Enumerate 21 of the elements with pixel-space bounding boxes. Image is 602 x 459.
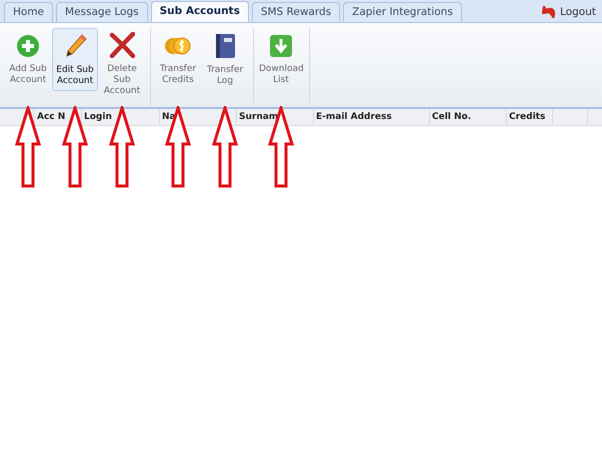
column-header[interactable]: Cell No. — [432, 112, 472, 122]
column-header[interactable]: Acc N — [37, 112, 66, 122]
toolbar-button[interactable]: Download List — [258, 28, 304, 91]
toolbar-button[interactable]: Transfer Credits — [155, 28, 201, 91]
toolbar-button[interactable]: Edit Sub Account — [52, 28, 98, 91]
tab[interactable]: Message Logs — [56, 2, 148, 22]
toolbar-button[interactable]: Transfer Log — [202, 28, 248, 91]
plus-icon — [16, 34, 40, 58]
tab[interactable]: SMS Rewards — [252, 2, 340, 22]
column-header[interactable]: E-mail Address — [316, 112, 392, 122]
tab[interactable]: Sub Accounts — [150, 1, 249, 22]
book-icon — [214, 32, 236, 58]
column-header[interactable]: Login — [84, 112, 112, 122]
cross-icon — [109, 32, 135, 58]
toolbar-button[interactable]: Add Sub Account — [5, 28, 51, 91]
tab[interactable]: Zapier Integrations — [343, 2, 462, 22]
tab[interactable]: Home — [4, 2, 54, 22]
logout-link[interactable]: Logout — [542, 4, 596, 20]
download-icon — [269, 34, 293, 58]
toolbar-button[interactable]: Delete Sub Account — [99, 28, 145, 91]
column-header[interactable]: Credits — [509, 112, 546, 122]
